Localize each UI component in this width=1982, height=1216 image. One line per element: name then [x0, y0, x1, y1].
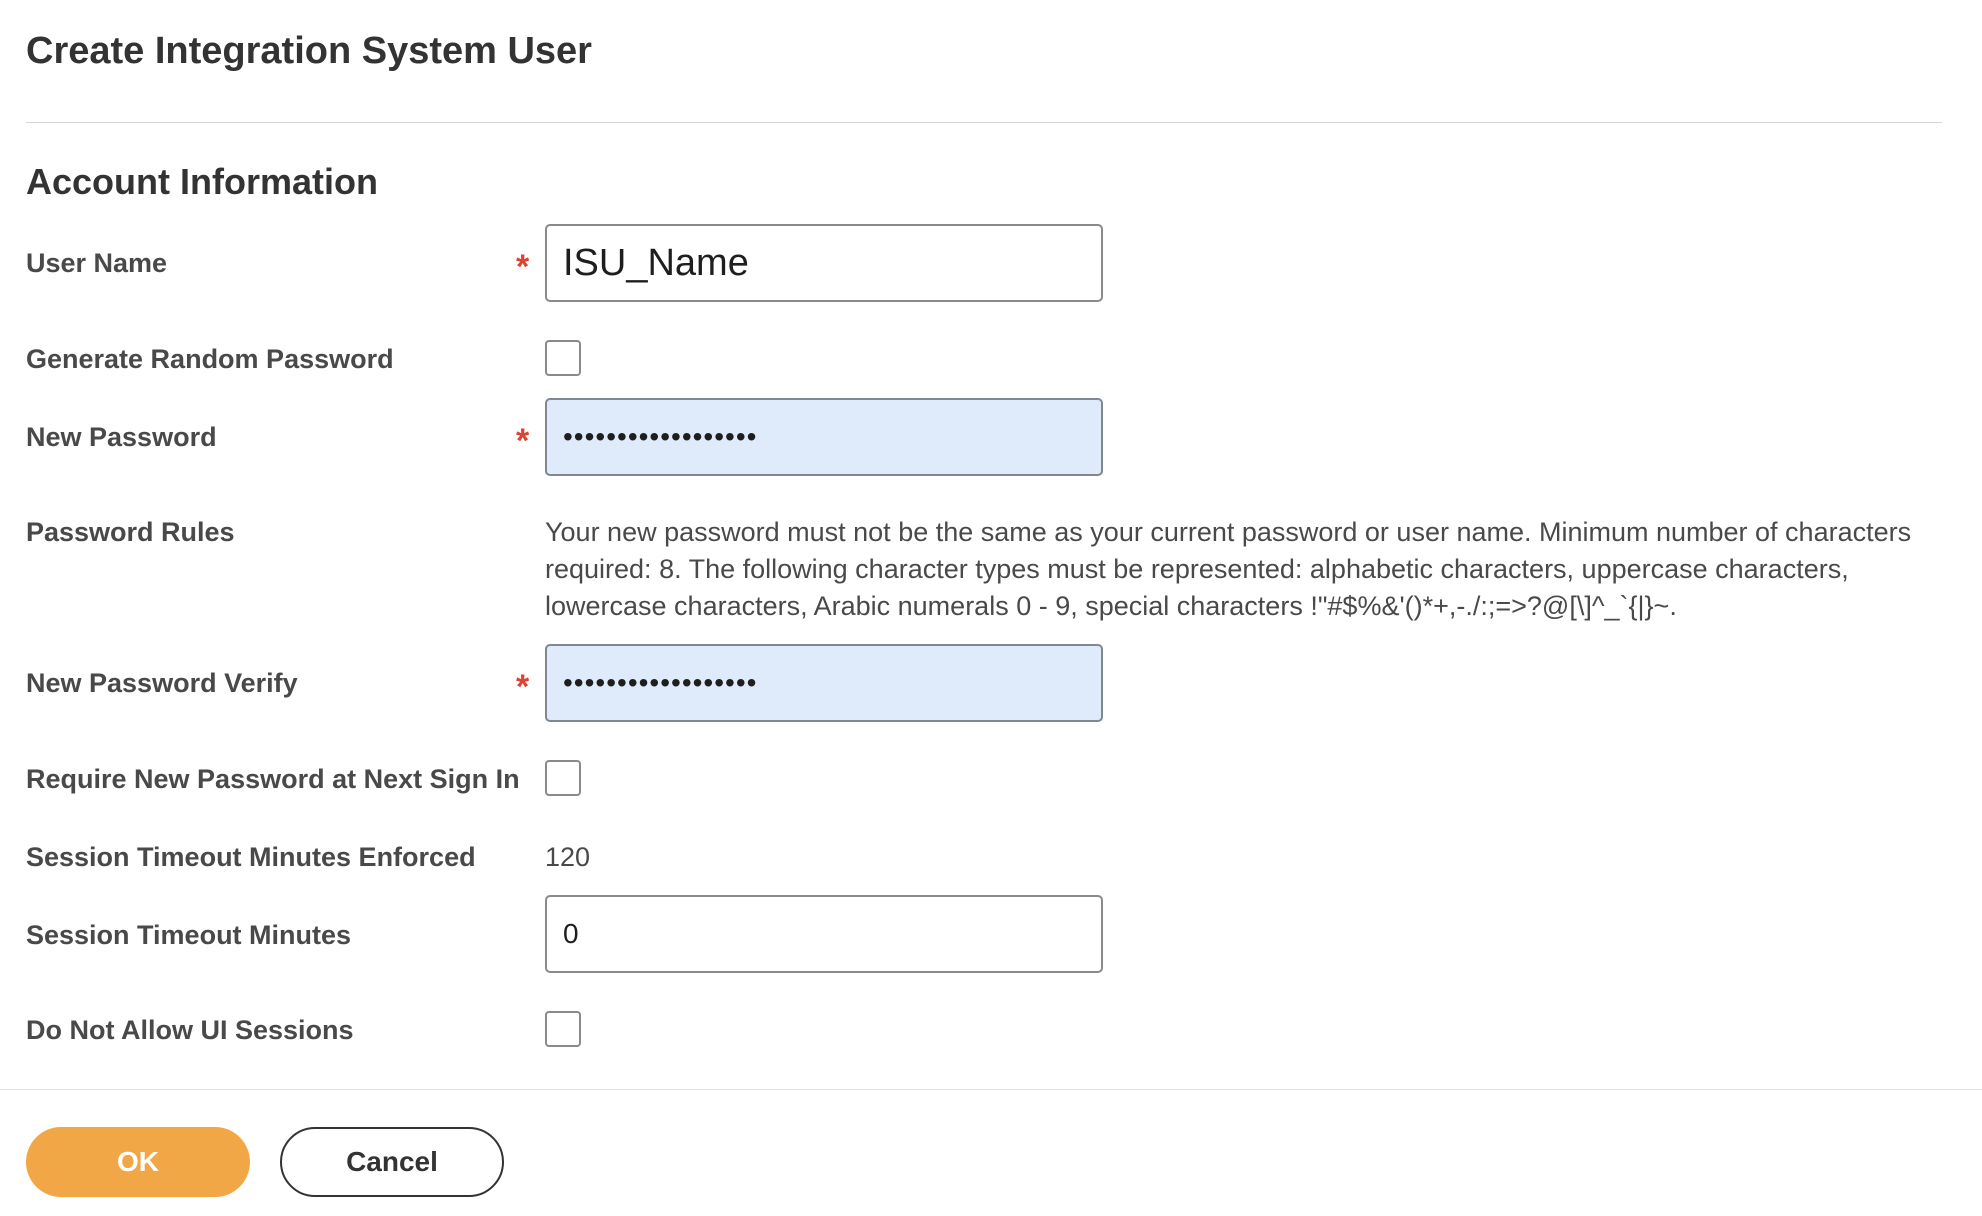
new-password-required-marker: *	[516, 422, 530, 460]
user-name-input[interactable]	[545, 224, 1103, 302]
cancel-button[interactable]: Cancel	[280, 1127, 504, 1197]
generate-random-password-checkbox[interactable]	[545, 340, 581, 376]
session-timeout-enforced-value: 120	[545, 842, 591, 872]
ok-button[interactable]: OK	[26, 1127, 250, 1197]
new-password-verify-required-marker: *	[516, 668, 530, 706]
session-timeout-minutes-input[interactable]	[545, 895, 1103, 973]
new-password-label: New Password	[26, 422, 217, 452]
do-not-allow-ui-sessions-label: Do Not Allow UI Sessions	[26, 1015, 354, 1045]
new-password-verify-label: New Password Verify	[26, 668, 298, 698]
do-not-allow-ui-sessions-checkbox[interactable]	[545, 1011, 581, 1047]
title-divider	[26, 122, 1942, 123]
footer-divider	[0, 1089, 1982, 1090]
user-name-required-marker: *	[516, 248, 530, 286]
session-timeout-minutes-label: Session Timeout Minutes	[26, 920, 352, 950]
password-rules-label: Password Rules	[26, 517, 235, 547]
generate-random-password-label: Generate Random Password	[26, 344, 394, 374]
require-new-password-label: Require New Password at Next Sign In	[26, 764, 520, 794]
page-title: Create Integration System User	[26, 30, 592, 72]
new-password-verify-input[interactable]	[545, 644, 1103, 722]
user-name-label: User Name	[26, 248, 168, 278]
password-rules-text: Your new password must not be the same a…	[545, 517, 1912, 621]
require-new-password-checkbox[interactable]	[545, 760, 581, 796]
new-password-input[interactable]	[545, 398, 1103, 476]
session-timeout-enforced-label: Session Timeout Minutes Enforced	[26, 842, 476, 872]
section-title: Account Information	[26, 161, 378, 202]
